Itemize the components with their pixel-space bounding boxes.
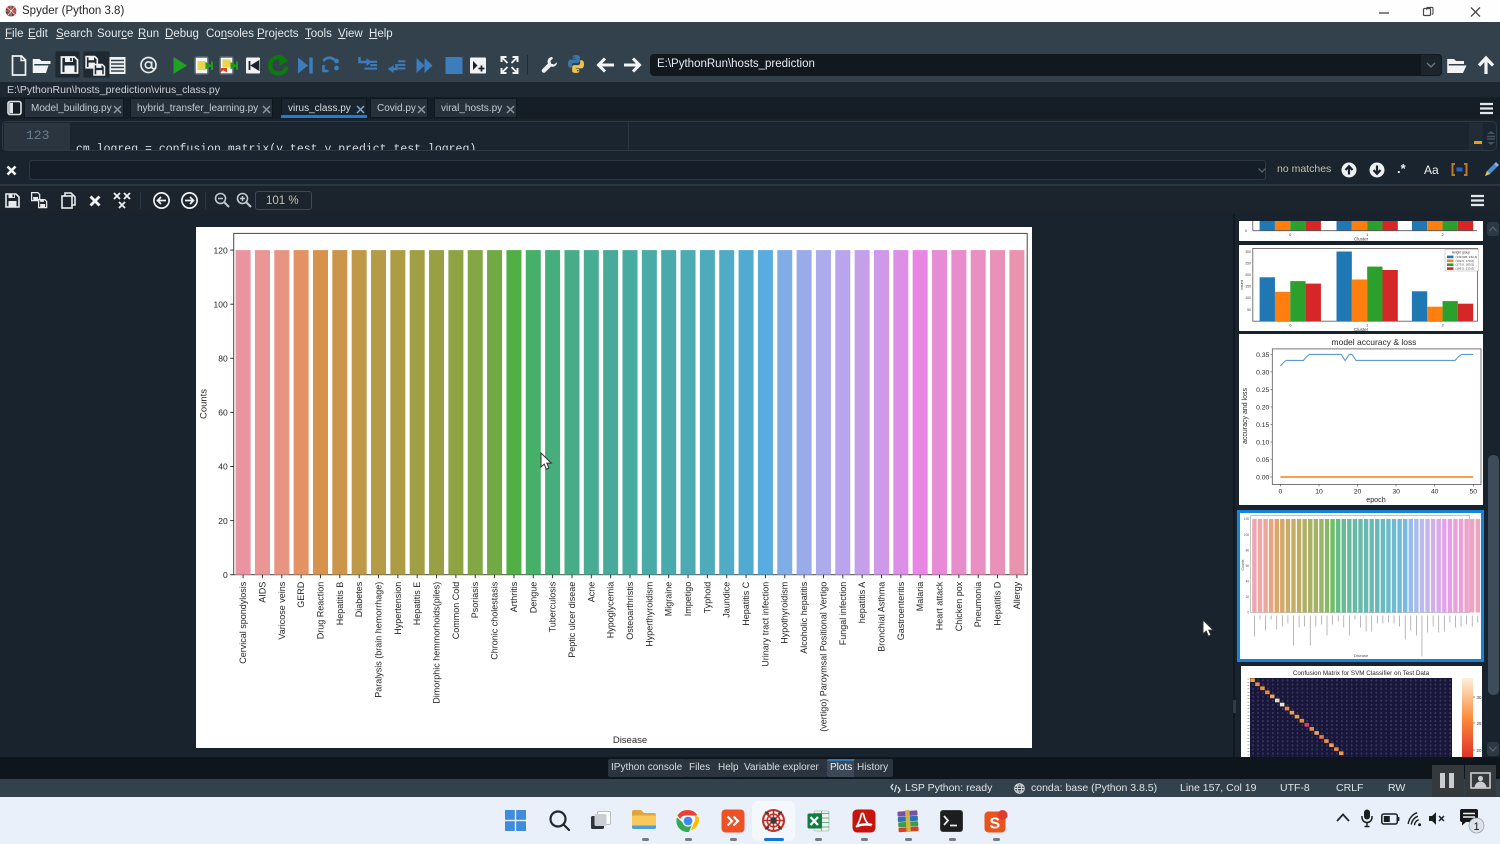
- svg-text:Confusion Matrix for SVM Class: Confusion Matrix for SVM Classifier on T…: [1293, 670, 1430, 677]
- svg-text:0.35: 0.35: [1256, 352, 1269, 359]
- svg-text:40: 40: [1431, 488, 1439, 495]
- svg-text:1: 1: [1473, 821, 1479, 833]
- svg-text:20: 20: [218, 516, 228, 526]
- svg-text:Chicken pox: Chicken pox: [954, 581, 964, 631]
- svg-text:20: 20: [1245, 595, 1249, 599]
- svg-text:Pneumonia: Pneumonia: [973, 582, 983, 628]
- svg-text:60: 60: [218, 408, 228, 418]
- svg-text:0.30: 0.30: [1256, 369, 1269, 376]
- svg-text:Typhoid: Typhoid: [702, 582, 712, 614]
- svg-text:Paralysis (brain hemorrhage): Paralysis (brain hemorrhage): [374, 582, 384, 698]
- svg-text:count: count: [1239, 279, 1244, 290]
- svg-text:Hyperthyroidism: Hyperthyroidism: [644, 582, 654, 647]
- svg-text:30: 30: [1477, 695, 1483, 700]
- svg-text:0.25: 0.25: [1256, 387, 1269, 394]
- svg-text:Hypothyroidism: Hypothyroidism: [780, 582, 790, 644]
- svg-text:0: 0: [1289, 322, 1292, 327]
- svg-text:100: 100: [214, 299, 228, 309]
- svg-text:250: 250: [1245, 261, 1251, 265]
- svg-text:Common Cold: Common Cold: [451, 582, 461, 640]
- svg-text:Heart attack: Heart attack: [935, 581, 945, 630]
- svg-text:Hypertension: Hypertension: [393, 582, 403, 635]
- svg-text:Migraine: Migraine: [664, 582, 674, 617]
- svg-text:150: 150: [1245, 284, 1251, 288]
- svg-text:0: 0: [1289, 232, 1292, 237]
- svg-text:Hepatitis E: Hepatitis E: [412, 582, 422, 626]
- svg-text:Chronic cholestasis: Chronic cholestasis: [490, 581, 500, 660]
- svg-text:Allergy: Allergy: [1012, 581, 1022, 609]
- svg-text:Hypoglycemia: Hypoglycemia: [606, 582, 616, 639]
- svg-text:Gastroenteritis: Gastroenteritis: [896, 581, 906, 640]
- svg-text:30: 30: [1392, 488, 1400, 495]
- svg-text:Arthritis: Arthritis: [509, 581, 519, 612]
- svg-text:2: 2: [1441, 322, 1444, 327]
- svg-text:0.15: 0.15: [1256, 422, 1269, 429]
- svg-text:Cervical spondylosis: Cervical spondylosis: [238, 581, 248, 664]
- svg-text:GERD: GERD: [296, 581, 306, 608]
- svg-text:Height group: Height group: [1452, 250, 1470, 254]
- svg-text:40: 40: [218, 462, 228, 472]
- svg-text:Dengue: Dengue: [528, 582, 538, 614]
- svg-text:20: 20: [1477, 748, 1483, 753]
- svg-text:Disease: Disease: [1353, 653, 1368, 658]
- svg-text:hepatitis A: hepatitis A: [857, 582, 867, 624]
- svg-text:Diabetes: Diabetes: [354, 581, 364, 617]
- svg-text:0.00: 0.00: [1256, 474, 1269, 481]
- svg-text:50: 50: [1247, 307, 1251, 311]
- svg-text:10: 10: [1315, 488, 1323, 495]
- svg-text:0: 0: [1247, 610, 1249, 614]
- svg-text:AIDS: AIDS: [257, 582, 267, 603]
- svg-text:50: 50: [1470, 488, 1478, 495]
- svg-text:Counts: Counts: [1241, 559, 1245, 570]
- svg-text:0: 0: [223, 570, 228, 580]
- svg-text:0.10: 0.10: [1256, 439, 1269, 446]
- svg-text:0.05: 0.05: [1256, 457, 1269, 464]
- svg-text:Acne: Acne: [586, 582, 596, 603]
- svg-text:Urinary tract infection: Urinary tract infection: [760, 582, 770, 667]
- svg-text:300: 300: [1245, 249, 1251, 253]
- svg-text:120: 120: [1243, 517, 1249, 521]
- svg-text:Dimorphic hemmorhoids(piles): Dimorphic hemmorhoids(piles): [432, 582, 442, 704]
- svg-text:Osteoarthristis: Osteoarthristis: [625, 581, 635, 640]
- svg-text:Impetigo: Impetigo: [683, 582, 693, 617]
- svg-text:2: 2: [1441, 232, 1444, 237]
- svg-text:Drug Reaction: Drug Reaction: [315, 582, 325, 640]
- svg-text:Disease: Disease: [613, 735, 647, 746]
- svg-text:0.20: 0.20: [1256, 404, 1269, 411]
- svg-text:Bronchial Asthma: Bronchial Asthma: [876, 582, 886, 652]
- svg-text:(vertigo) Paroymsal Positiona: (vertigo) Paroymsal Positional Vertigo: [818, 582, 828, 732]
- svg-text:Hepatitis C: Hepatitis C: [741, 581, 751, 626]
- svg-text:Tuberculosis: Tuberculosis: [548, 581, 558, 632]
- svg-text:Cluster: Cluster: [1354, 327, 1369, 332]
- svg-text:Psoriasis: Psoriasis: [470, 581, 480, 618]
- svg-text:epoch: epoch: [1366, 495, 1386, 504]
- svg-text:model accuracy & loss: model accuracy & loss: [1332, 337, 1417, 347]
- svg-text:Malaria: Malaria: [915, 582, 925, 612]
- svg-text:accuracy and loss: accuracy and loss: [1242, 388, 1249, 444]
- svg-text:100: 100: [1243, 532, 1249, 536]
- svg-text:Jaundice: Jaundice: [722, 582, 732, 618]
- svg-text:Hepatitis D: Hepatitis D: [993, 581, 1003, 626]
- svg-text:(183.5, 213.0]: (183.5, 213.0]: [1455, 266, 1474, 270]
- svg-text:0: 0: [1245, 229, 1247, 233]
- svg-text:Counts: Counts: [199, 389, 210, 419]
- svg-text:25: 25: [1477, 721, 1483, 726]
- svg-text:Cluster: Cluster: [1354, 236, 1369, 241]
- svg-text:Hepatitis B: Hepatitis B: [335, 582, 345, 626]
- svg-text:40: 40: [1245, 579, 1249, 583]
- svg-text:Fungal infection: Fungal infection: [838, 582, 848, 646]
- svg-text:Alcoholic hepatitis: Alcoholic hepatitis: [799, 581, 809, 654]
- svg-text:100: 100: [1245, 296, 1251, 300]
- svg-text:80: 80: [218, 354, 228, 364]
- svg-text:Peptic ulcer diseae: Peptic ulcer diseae: [567, 582, 577, 658]
- svg-text:0: 0: [1279, 488, 1283, 495]
- svg-text:200: 200: [1245, 273, 1251, 277]
- svg-text:Varicose veins: Varicose veins: [277, 581, 287, 639]
- svg-text:80: 80: [1245, 548, 1249, 552]
- svg-text:120: 120: [214, 245, 228, 255]
- svg-text:60: 60: [1245, 563, 1249, 567]
- svg-text:20: 20: [1354, 488, 1362, 495]
